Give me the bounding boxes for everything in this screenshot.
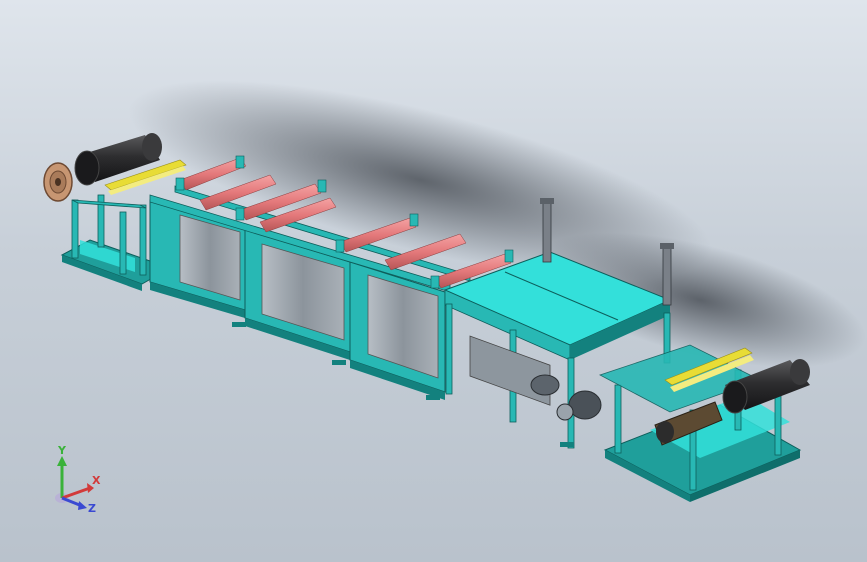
rewind-stand-right[interactable]	[598, 344, 810, 502]
axis-triad: Y X Z	[55, 444, 101, 515]
drop-shadow	[128, 80, 866, 368]
tank-section-2[interactable]	[244, 229, 351, 360]
brake-disc-left	[43, 162, 73, 202]
tank-section-1[interactable]	[149, 199, 246, 318]
machine-assembly[interactable]	[0, 0, 867, 562]
z-axis-label: Z	[88, 502, 96, 515]
x-axis-arrow	[61, 486, 91, 500]
y-axis-label: Y	[57, 444, 67, 457]
cad-viewport[interactable]: Y X Z	[0, 0, 867, 562]
x-axis-label: X	[92, 474, 101, 487]
